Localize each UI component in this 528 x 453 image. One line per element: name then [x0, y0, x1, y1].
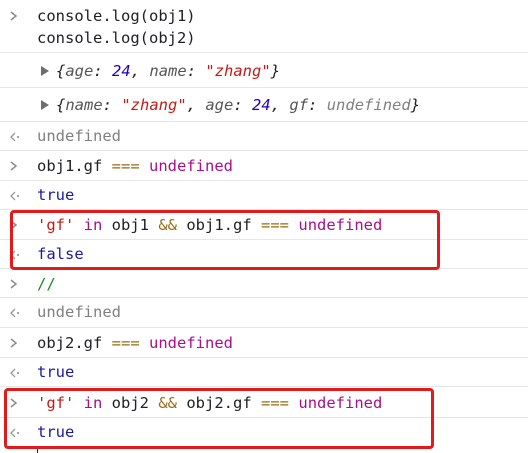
console-log-object[interactable]: {name: "zhang", age: 24, gf: undefined} [0, 88, 528, 122]
result-value: true [37, 186, 75, 204]
property-key: name [149, 62, 187, 80]
property-value-string: "zhang" [205, 62, 271, 80]
property-key: name [65, 96, 103, 114]
colon: : [102, 96, 122, 114]
keyword-token: undefined [149, 157, 233, 175]
result-value: undefined [37, 303, 121, 321]
return-arrow-icon [9, 186, 23, 206]
operator-token: === [111, 157, 140, 175]
colon: : [308, 96, 327, 114]
property-key: age [205, 96, 234, 114]
brace: } [410, 96, 421, 114]
console-input-entry[interactable]: // [0, 269, 528, 298]
console-result-entry: undefined [0, 298, 528, 328]
disclosure-triangle-icon[interactable] [41, 100, 49, 110]
input-line: // [37, 275, 56, 293]
return-arrow-icon [9, 127, 23, 147]
highlight-box [10, 210, 440, 270]
result-value: undefined [37, 127, 121, 145]
property-key: gf [289, 96, 309, 114]
console-result-entry: undefined [0, 122, 528, 151]
console-result-entry: true [0, 358, 528, 387]
console-input-entry[interactable]: obj2.gf === undefined [0, 328, 528, 358]
property-value-number: 24 [252, 96, 271, 114]
property-key: age [65, 62, 94, 80]
chevron-right-icon [9, 333, 23, 353]
colon: : [186, 62, 206, 80]
property-value-undefined: undefined [326, 96, 411, 114]
operator-token: === [111, 334, 140, 352]
brace: { [56, 96, 66, 114]
property-value-number: 24 [112, 62, 131, 80]
console-result-entry: true [0, 181, 528, 210]
chevron-right-icon [9, 156, 23, 176]
input-line: obj1.gf === undefined [37, 155, 233, 177]
comma: , [130, 62, 150, 80]
object-preview[interactable]: {name: "zhang", age: 24, gf: undefined} [56, 94, 420, 116]
object-preview[interactable]: {age: 24, name: "zhang"} [56, 60, 280, 82]
code-token: obj2.gf [37, 334, 112, 352]
return-arrow-icon [9, 303, 23, 323]
console-log-object[interactable]: {age: 24, name: "zhang"} [0, 53, 528, 88]
input-line: obj2.gf === undefined [37, 332, 233, 354]
return-arrow-icon [9, 363, 23, 383]
result-value: true [37, 363, 75, 381]
brace: { [56, 62, 66, 80]
devtools-console: console.log(obj1) console.log(obj2) {age… [0, 0, 528, 453]
console-input-entry[interactable]: obj1.gf === undefined [0, 151, 528, 181]
keyword-token: undefined [149, 334, 233, 352]
chevron-right-icon [9, 6, 23, 26]
chevron-right-icon [9, 274, 23, 294]
brace: } [270, 62, 281, 80]
input-line: console.log(obj1) [37, 7, 196, 25]
console-input-entry[interactable]: console.log(obj1) console.log(obj2) [0, 0, 528, 53]
disclosure-triangle-icon[interactable] [41, 66, 49, 76]
property-value-string: "zhang" [121, 96, 187, 114]
comma: , [270, 96, 290, 114]
comma: , [186, 96, 206, 114]
input-line: console.log(obj2) [37, 29, 196, 47]
highlight-box [4, 388, 434, 449]
colon: : [233, 96, 253, 114]
colon: : [93, 62, 113, 80]
code-token: obj1.gf [37, 157, 112, 175]
